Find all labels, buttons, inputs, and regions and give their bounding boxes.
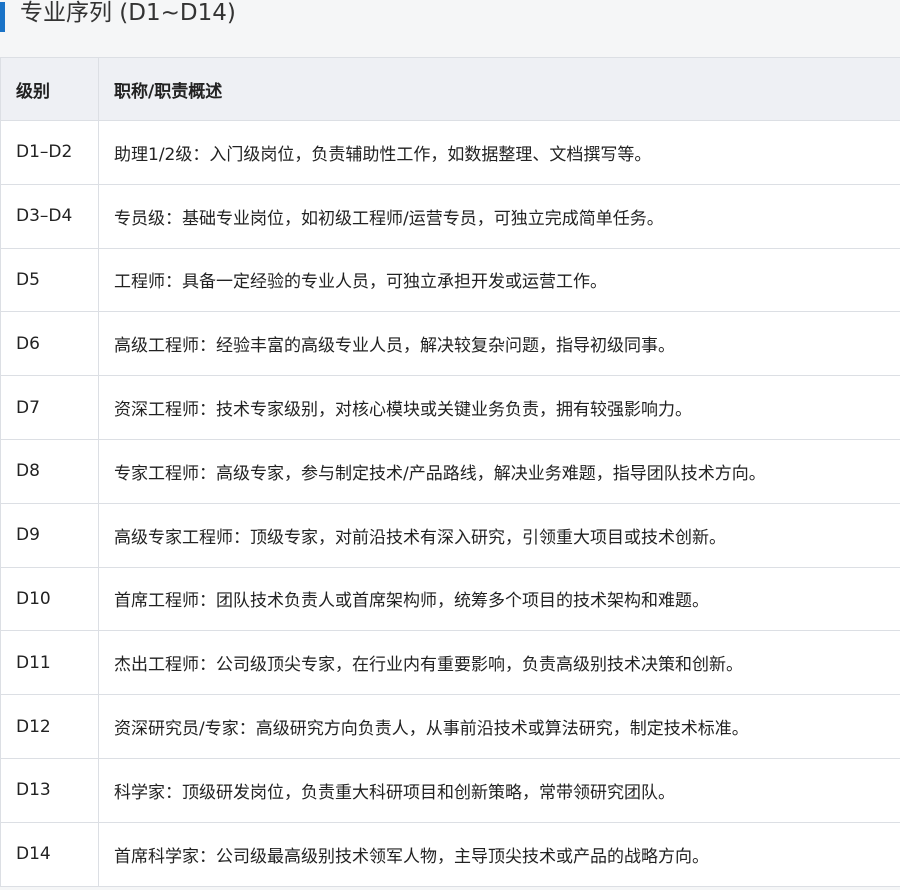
table-row: D7 资深工程师：技术专家级别，对核心模块或关键业务负责，拥有较强影响力。 xyxy=(0,375,900,440)
cell-description: 杰出工程师：公司级顶尖专家，在行业内有重要影响，负责高级别技术决策和创新。 xyxy=(98,630,900,696)
cell-level: D10 xyxy=(0,566,99,632)
heading-accent-bar xyxy=(0,2,5,32)
cell-description: 专家工程师：高级专家，参与制定技术/产品路线，解决业务难题，指导团队技术方向。 xyxy=(98,438,900,504)
cell-level: D1–D2 xyxy=(0,120,99,185)
cell-level: D7 xyxy=(0,375,99,440)
cell-description: 工程师：具备一定经验的专业人员，可独立承担开发或运营工作。 xyxy=(98,247,900,313)
cell-level: D11 xyxy=(0,630,99,696)
cell-description: 高级工程师：经验丰富的高级专业人员，解决较复杂问题，指导初级同事。 xyxy=(98,311,900,377)
table-row: D11 杰出工程师：公司级顶尖专家，在行业内有重要影响，负责高级别技术决策和创新… xyxy=(0,630,900,696)
cell-level: D13 xyxy=(0,757,99,823)
table-header-row: 级别 职称/职责概述 xyxy=(0,57,900,121)
cell-level: D6 xyxy=(0,311,99,377)
level-table-container: 级别 职称/职责概述 D1–D2 助理1/2级：入门级岗位，负责辅助性工作，如数… xyxy=(0,57,900,887)
table-row: D5 工程师：具备一定经验的专业人员，可独立承担开发或运营工作。 xyxy=(0,247,900,313)
table-row: D8 专家工程师：高级专家，参与制定技术/产品路线，解决业务难题，指导团队技术方… xyxy=(0,438,900,504)
cell-level: D12 xyxy=(0,694,99,759)
cell-description: 资深工程师：技术专家级别，对核心模块或关键业务负责，拥有较强影响力。 xyxy=(98,375,900,440)
table-row: D6 高级工程师：经验丰富的高级专业人员，解决较复杂问题，指导初级同事。 xyxy=(0,311,900,377)
level-table: 级别 职称/职责概述 D1–D2 助理1/2级：入门级岗位，负责辅助性工作，如数… xyxy=(0,57,900,887)
cell-level: D14 xyxy=(0,821,99,887)
table-row: D1–D2 助理1/2级：入门级岗位，负责辅助性工作，如数据整理、文档撰写等。 xyxy=(0,120,900,185)
cell-description: 助理1/2级：入门级岗位，负责辅助性工作，如数据整理、文档撰写等。 xyxy=(98,120,900,185)
section-title: 专业序列 (D1~D14) xyxy=(20,0,236,26)
page: 专业序列 (D1~D14) 级别 职称/职责概述 D1–D2 助理1/2级：入门… xyxy=(0,0,900,890)
table-row: D10 首席工程师：团队技术负责人或首席架构师，统筹多个项目的技术架构和难题。 xyxy=(0,566,900,632)
cell-description: 首席工程师：团队技术负责人或首席架构师，统筹多个项目的技术架构和难题。 xyxy=(98,566,900,632)
cell-description: 资深研究员/专家：高级研究方向负责人，从事前沿技术或算法研究，制定技术标准。 xyxy=(98,694,900,759)
column-header-level: 级别 xyxy=(0,57,99,121)
section-heading: 专业序列 (D1~D14) xyxy=(0,0,900,34)
column-header-description: 职称/职责概述 xyxy=(98,57,900,121)
cell-description: 高级专家工程师：顶级专家，对前沿技术有深入研究，引领重大项目或技术创新。 xyxy=(98,502,900,568)
cell-level: D5 xyxy=(0,247,99,313)
cell-description: 首席科学家：公司级最高级别技术领军人物，主导顶尖技术或产品的战略方向。 xyxy=(98,821,900,887)
cell-level: D8 xyxy=(0,438,99,504)
cell-description: 专员级：基础专业岗位，如初级工程师/运营专员，可独立完成简单任务。 xyxy=(98,183,900,249)
cell-level: D9 xyxy=(0,502,99,568)
cell-level: D3–D4 xyxy=(0,183,99,249)
table-row: D3–D4 专员级：基础专业岗位，如初级工程师/运营专员，可独立完成简单任务。 xyxy=(0,183,900,249)
table-row: D13 科学家：顶级研发岗位，负责重大科研项目和创新策略，常带领研究团队。 xyxy=(0,757,900,823)
table-row: D14 首席科学家：公司级最高级别技术领军人物，主导顶尖技术或产品的战略方向。 xyxy=(0,821,900,887)
table-row: D9 高级专家工程师：顶级专家，对前沿技术有深入研究，引领重大项目或技术创新。 xyxy=(0,502,900,568)
cell-description: 科学家：顶级研发岗位，负责重大科研项目和创新策略，常带领研究团队。 xyxy=(98,757,900,823)
table-row: D12 资深研究员/专家：高级研究方向负责人，从事前沿技术或算法研究，制定技术标… xyxy=(0,694,900,759)
